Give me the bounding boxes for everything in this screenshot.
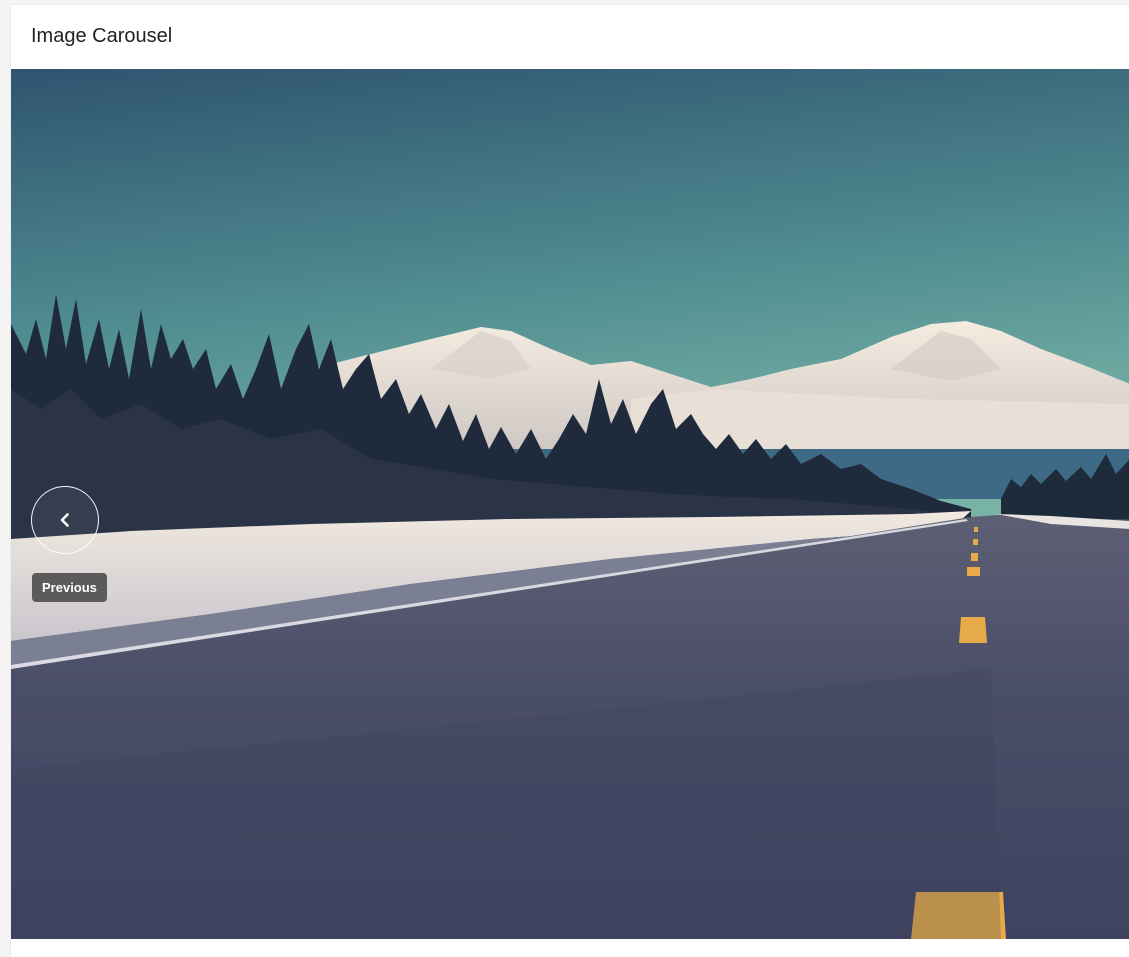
carousel-slide-image: [11, 69, 1129, 939]
carousel-card: Image Carousel Previous: [10, 4, 1129, 957]
previous-tooltip: Previous: [32, 573, 107, 602]
image-carousel[interactable]: Previous: [11, 69, 1129, 939]
card-title: Image Carousel: [31, 25, 173, 47]
card-header: Image Carousel: [11, 5, 1129, 68]
chevron-left-icon: [60, 513, 69, 527]
carousel-previous-button[interactable]: [31, 486, 99, 554]
